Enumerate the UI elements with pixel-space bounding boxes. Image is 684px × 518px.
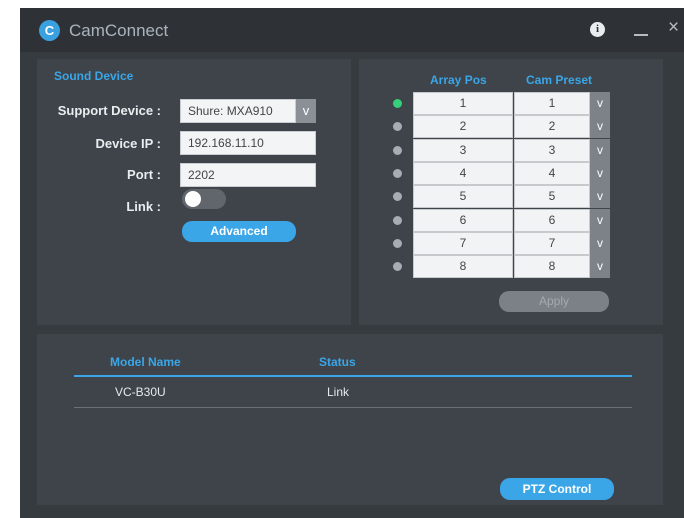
array-pos-header: Array Pos <box>430 73 487 87</box>
link-toggle[interactable] <box>182 189 226 209</box>
chevron-down-icon[interactable]: v <box>590 161 610 185</box>
array-pos-cell[interactable]: 6 <box>413 208 513 232</box>
close-icon[interactable]: × <box>668 18 679 37</box>
port-label: Port : <box>127 167 161 182</box>
status-header: Status <box>319 355 356 369</box>
toggle-knob <box>185 191 201 207</box>
app-title: CamConnect <box>69 21 169 40</box>
preset-mapping-panel: Array Pos Cam Preset 11v22v33v44v55v66v7… <box>359 59 663 325</box>
cam-preset-select[interactable]: 2 <box>514 115 590 139</box>
advanced-button[interactable]: Advanced <box>182 221 296 242</box>
chevron-down-icon[interactable]: v <box>590 92 610 115</box>
chevron-down-icon[interactable]: v <box>590 231 610 255</box>
camera-status-cell[interactable]: Link <box>327 385 349 399</box>
array-pos-cell[interactable]: 7 <box>413 231 513 255</box>
camera-list-panel: Model Name Status VC-B30U Link PTZ Contr… <box>37 334 663 505</box>
status-dot-icon <box>393 122 402 132</box>
chevron-down-icon[interactable]: v <box>590 115 610 139</box>
chevron-down-icon[interactable]: v <box>590 185 610 209</box>
cam-preset-select[interactable]: 3 <box>514 138 590 162</box>
title-bar: C CamConnect i × <box>20 8 684 52</box>
row-divider <box>74 407 632 408</box>
status-dot-icon <box>393 238 402 248</box>
array-pos-cell[interactable]: 2 <box>413 115 513 139</box>
status-dot-icon <box>393 145 402 155</box>
port-field[interactable]: 2202 <box>180 163 316 187</box>
array-pos-cell[interactable]: 5 <box>413 185 513 209</box>
cam-preset-select[interactable]: 8 <box>514 255 590 279</box>
status-dot-icon <box>393 168 402 178</box>
minimize-icon[interactable] <box>634 20 648 36</box>
app-window: C CamConnect i × Sound Device Support De… <box>20 8 684 518</box>
apply-button[interactable]: Apply <box>499 291 609 312</box>
cam-preset-select[interactable]: 4 <box>514 161 590 185</box>
status-dot-icon <box>393 99 402 108</box>
cam-preset-select[interactable]: 6 <box>514 208 590 232</box>
array-pos-cell[interactable]: 4 <box>413 161 513 185</box>
cam-preset-header: Cam Preset <box>526 73 593 87</box>
cam-preset-select[interactable]: 7 <box>514 231 590 255</box>
sound-device-panel: Sound Device Support Device : Shure: MXA… <box>37 59 351 325</box>
app-logo-icon: C <box>39 20 60 41</box>
cam-preset-select[interactable]: 5 <box>514 185 590 209</box>
header-divider <box>74 375 632 377</box>
chevron-down-icon[interactable]: v <box>590 208 610 232</box>
device-ip-label: Device IP : <box>95 136 161 151</box>
support-device-select[interactable]: Shure: MXA910 <box>180 99 296 123</box>
section-title: Sound Device <box>54 69 134 83</box>
array-pos-cell[interactable]: 3 <box>413 138 513 162</box>
chevron-down-icon[interactable]: v <box>590 255 610 279</box>
ptz-control-button[interactable]: PTZ Control <box>500 478 614 500</box>
status-dot-icon <box>393 215 402 225</box>
array-pos-cell[interactable]: 8 <box>413 255 513 279</box>
status-dot-icon <box>393 262 402 272</box>
cam-preset-select[interactable]: 1 <box>514 92 590 115</box>
camera-model-cell[interactable]: VC-B30U <box>115 385 166 399</box>
status-dot-icon <box>393 192 402 202</box>
array-pos-cell[interactable]: 1 <box>413 92 513 115</box>
support-device-label: Support Device : <box>57 103 161 118</box>
chevron-down-icon[interactable]: v <box>296 99 316 123</box>
device-ip-field[interactable]: 192.168.11.10 <box>180 131 316 155</box>
info-icon[interactable]: i <box>590 22 605 37</box>
link-label: Link : <box>126 199 161 214</box>
model-name-header: Model Name <box>110 355 181 369</box>
chevron-down-icon[interactable]: v <box>590 138 610 162</box>
